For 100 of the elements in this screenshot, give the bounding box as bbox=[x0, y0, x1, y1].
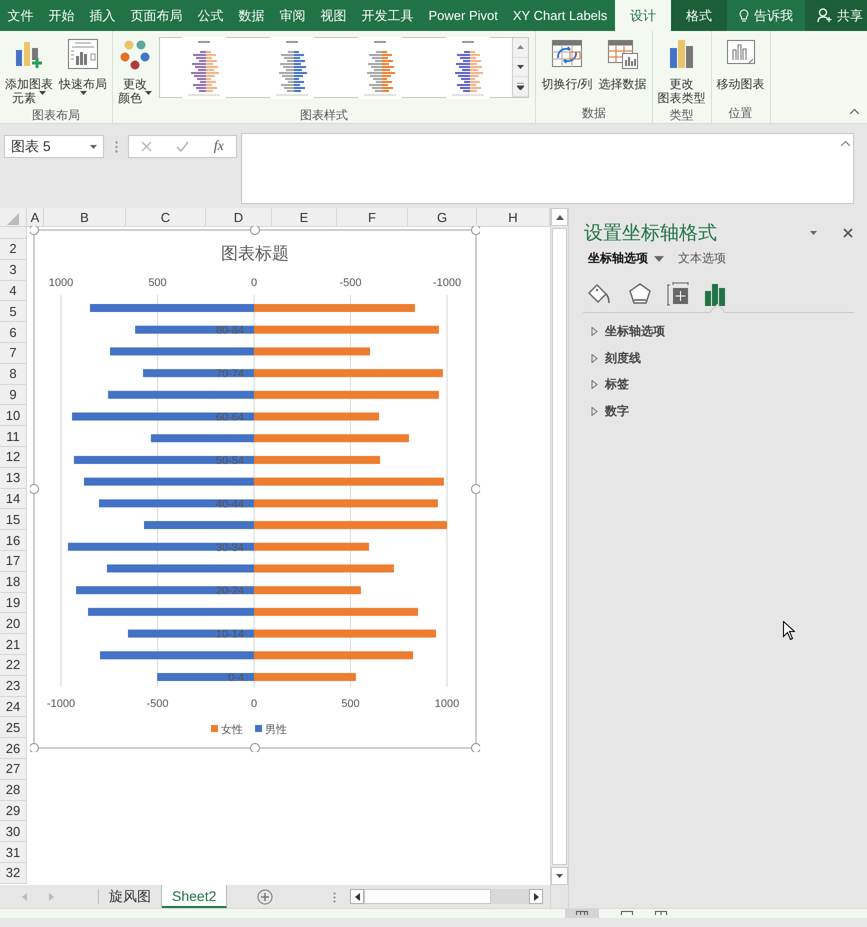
row-header[interactable]: 16 bbox=[0, 530, 27, 551]
ribbon-button[interactable]: 切换行/列 bbox=[538, 36, 596, 93]
scrollbar-thumb[interactable] bbox=[552, 228, 567, 865]
page-layout-icon[interactable] bbox=[621, 909, 633, 915]
normal-view-button[interactable] bbox=[565, 909, 599, 918]
scrollbar-thumb[interactable] bbox=[364, 889, 492, 904]
caret-left-icon bbox=[354, 892, 360, 900]
column-header[interactable]: H bbox=[477, 208, 550, 227]
grid-icon bbox=[576, 909, 588, 915]
ribbon-tab[interactable]: 插入 bbox=[82, 0, 123, 31]
pane-options-button[interactable] bbox=[810, 231, 817, 235]
row-header[interactable]: 28 bbox=[0, 780, 27, 801]
row-header[interactable]: 3 bbox=[0, 260, 27, 281]
ribbon-button[interactable]: 选择数据 bbox=[596, 36, 650, 93]
section-header[interactable]: 标签 bbox=[591, 371, 867, 398]
row-header[interactable]: 20 bbox=[0, 613, 27, 634]
chart-style-gallery[interactable] bbox=[159, 37, 530, 98]
formula-field[interactable] bbox=[241, 133, 854, 204]
ribbon-tab[interactable]: XY Chart Labels bbox=[505, 0, 615, 31]
tell-me-button[interactable]: 告诉我 bbox=[726, 0, 805, 31]
section-header[interactable]: 数字 bbox=[591, 398, 867, 425]
chart-title[interactable]: 图表标题 bbox=[221, 244, 289, 263]
ribbon-tab[interactable]: 数据 bbox=[231, 0, 272, 31]
section-header[interactable]: 坐标轴选项 bbox=[591, 318, 867, 345]
close-button[interactable] bbox=[843, 228, 853, 238]
gallery-more-button[interactable] bbox=[513, 77, 528, 98]
ribbon-button[interactable]: 移动图表 bbox=[714, 36, 768, 93]
ribbon-button[interactable]: 更改 颜色 bbox=[115, 36, 156, 107]
resize-handle[interactable] bbox=[30, 743, 39, 752]
row-header[interactable]: 18 bbox=[0, 572, 27, 593]
ribbon-tab[interactable]: 审阅 bbox=[272, 0, 313, 31]
ribbon-tab[interactable]: Power Pivot bbox=[421, 0, 506, 31]
group-label: 图表样式 bbox=[299, 107, 350, 124]
scroll-down-button[interactable] bbox=[551, 867, 568, 885]
row-header[interactable]: 5 bbox=[0, 301, 27, 322]
row-header[interactable]: 31 bbox=[0, 842, 27, 863]
column-header[interactable]: F bbox=[337, 208, 408, 227]
ribbon-tab[interactable]: 公式 bbox=[190, 0, 231, 31]
insert-function-button[interactable]: fx bbox=[214, 138, 224, 154]
check-icon bbox=[176, 141, 190, 152]
row-header[interactable]: 19 bbox=[0, 592, 27, 614]
row-header[interactable]: 15 bbox=[0, 509, 27, 530]
ribbon-tab[interactable]: 开发工具 bbox=[354, 0, 421, 31]
row-header[interactable]: 21 bbox=[0, 634, 27, 655]
scroll-left-button[interactable] bbox=[350, 889, 364, 904]
row-header[interactable]: 27 bbox=[0, 758, 27, 780]
ribbon-tab[interactable]: 设计 bbox=[614, 0, 671, 31]
column-header[interactable]: A bbox=[27, 208, 44, 227]
resize-handle[interactable] bbox=[471, 226, 480, 235]
row-header[interactable]: 22 bbox=[0, 654, 27, 676]
ribbon-tab[interactable]: 开始 bbox=[41, 0, 82, 31]
row-header[interactable]: 24 bbox=[0, 696, 27, 718]
column-header[interactable]: E bbox=[272, 208, 337, 227]
size-position-icon[interactable] bbox=[667, 282, 689, 306]
row-header[interactable]: 14 bbox=[0, 488, 27, 510]
ribbon-button[interactable]: 添加图表 元素 bbox=[2, 36, 56, 107]
ribbon-button[interactable]: 更改 图表类型 bbox=[654, 36, 709, 107]
row-header[interactable]: 12 bbox=[0, 446, 27, 468]
pane-tab[interactable]: 文本选项 bbox=[678, 250, 726, 267]
row-header[interactable]: 7 bbox=[0, 342, 27, 364]
scroll-right-button[interactable] bbox=[529, 889, 544, 904]
scroll-up-button[interactable] bbox=[551, 208, 568, 226]
resize-handle[interactable] bbox=[30, 226, 39, 235]
gallery-down-button[interactable] bbox=[513, 58, 528, 78]
row-header[interactable]: 6 bbox=[0, 322, 27, 343]
row-header[interactable]: 30 bbox=[0, 821, 27, 842]
bar-chart-icon[interactable] bbox=[704, 282, 726, 306]
pentagon-icon[interactable] bbox=[628, 282, 652, 306]
row-header[interactable]: 25 bbox=[0, 717, 27, 738]
row-header[interactable]: 23 bbox=[0, 676, 27, 697]
column-header[interactable]: D bbox=[206, 208, 272, 227]
ribbon-tab[interactable]: 格式 bbox=[670, 0, 727, 31]
sheet-tab[interactable]: Sheet2 bbox=[162, 885, 228, 908]
row-header[interactable]: 9 bbox=[0, 384, 27, 406]
row-header[interactable]: 8 bbox=[0, 364, 27, 385]
share-button[interactable]: 共享 bbox=[804, 0, 867, 31]
row-header[interactable]: 29 bbox=[0, 800, 27, 822]
column-header[interactable]: C bbox=[126, 208, 206, 227]
column-header[interactable]: G bbox=[408, 208, 477, 227]
row-header[interactable]: 17 bbox=[0, 550, 27, 572]
group-label: 类型 bbox=[668, 107, 695, 124]
row-header[interactable]: 2 bbox=[0, 239, 27, 260]
row-header[interactable]: 26 bbox=[0, 738, 27, 759]
row-header[interactable]: 10 bbox=[0, 405, 27, 426]
resize-handle[interactable] bbox=[471, 743, 480, 752]
column-header[interactable]: B bbox=[44, 208, 126, 227]
page-break-icon[interactable] bbox=[655, 909, 667, 915]
ribbon-tab[interactable]: 页面布局 bbox=[123, 0, 190, 31]
row-header[interactable]: 11 bbox=[0, 426, 27, 447]
ribbon-button[interactable]: 快速布局 bbox=[56, 36, 110, 107]
name-box[interactable]: 图表 5 bbox=[4, 135, 104, 158]
more-caret-icon bbox=[517, 83, 524, 90]
ribbon-tab[interactable]: 视图 bbox=[313, 0, 354, 31]
pane-tab[interactable]: 坐标轴选项 bbox=[588, 250, 664, 267]
paint-bucket-icon[interactable] bbox=[587, 282, 613, 306]
row-header[interactable]: 4 bbox=[0, 280, 27, 302]
ribbon-tab[interactable]: 文件 bbox=[0, 0, 41, 31]
row-header[interactable]: 32 bbox=[0, 862, 27, 884]
row-header[interactable]: 13 bbox=[0, 468, 27, 489]
section-header[interactable]: 刻度线 bbox=[591, 344, 867, 372]
